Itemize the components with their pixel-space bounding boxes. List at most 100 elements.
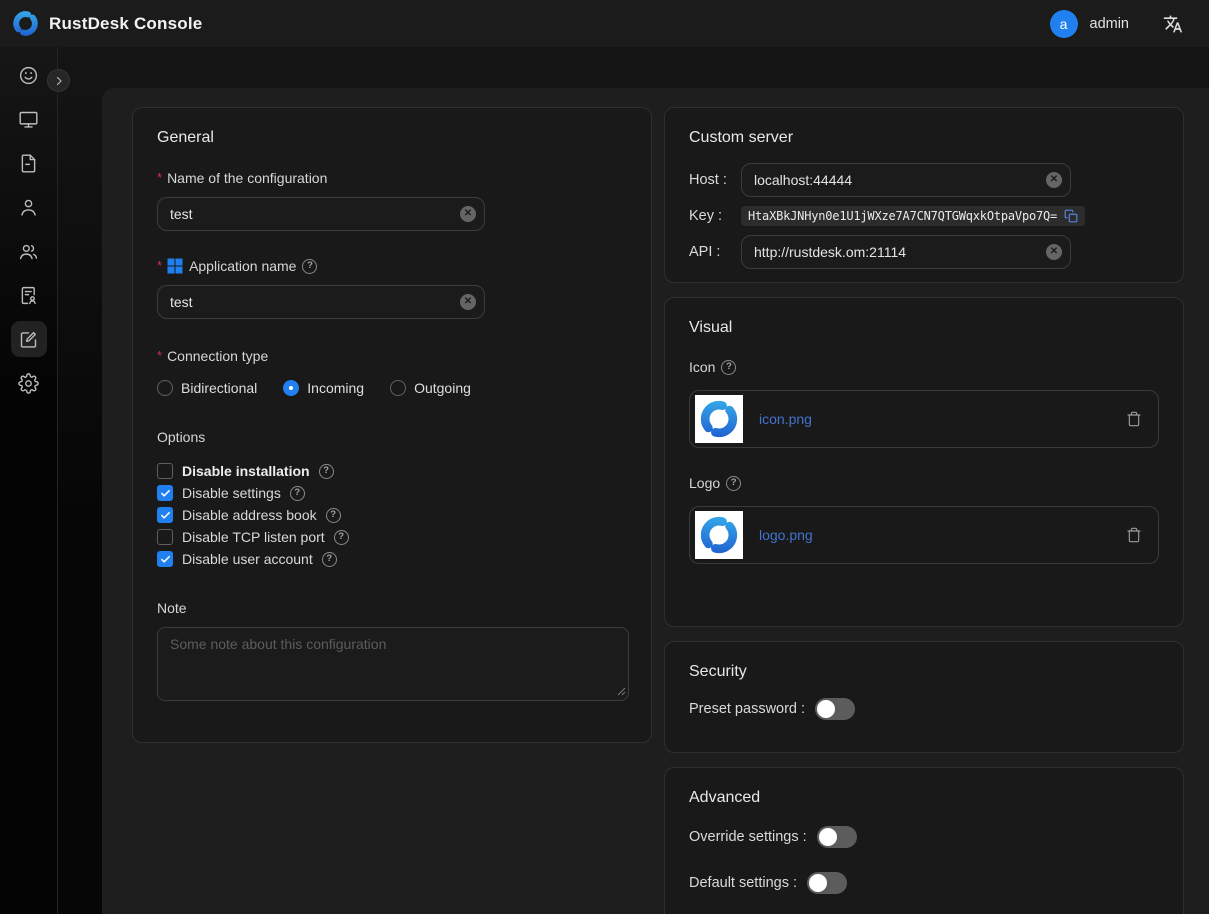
file-user-icon xyxy=(18,285,39,306)
users-icon xyxy=(18,241,39,262)
radio-dot xyxy=(390,380,406,396)
checkbox xyxy=(157,551,173,567)
application-name-label: * Application name ? xyxy=(157,256,627,276)
clear-icon[interactable]: ✕ xyxy=(460,294,476,310)
checkbox-disable-installation[interactable]: Disable installation ? xyxy=(157,460,627,482)
custom-server-title: Custom server xyxy=(689,129,1159,147)
advanced-card: Advanced Override settings : Default set… xyxy=(664,767,1184,914)
default-settings-toggle[interactable] xyxy=(807,872,847,894)
logo-thumbnail xyxy=(695,511,743,559)
radio-incoming[interactable]: Incoming xyxy=(283,380,364,396)
application-name-input[interactable] xyxy=(157,285,485,319)
icon-file-item: icon.png xyxy=(689,390,1159,448)
connection-type-radio-group: Bidirectional Incoming Outgoing xyxy=(157,380,627,396)
custom-server-card: Custom server Host : ✕ Key : HtaXBkJNHyn… xyxy=(664,107,1184,283)
checkbox xyxy=(157,485,173,501)
rustdesk-logo-icon xyxy=(12,10,39,37)
sidebar-item-monitor[interactable] xyxy=(11,101,47,137)
sidebar-item-gear[interactable] xyxy=(11,365,47,401)
override-settings-label: Override settings : xyxy=(689,829,807,845)
host-label: Host : xyxy=(689,172,741,188)
checkbox-disable-settings[interactable]: Disable settings ? xyxy=(157,482,627,504)
sidebar-item-edit-square[interactable] xyxy=(11,321,47,357)
help-icon[interactable]: ? xyxy=(290,486,305,501)
brand: RustDesk Console xyxy=(12,10,202,37)
sidebar-item-users[interactable] xyxy=(11,233,47,269)
key-value-chip: HtaXBkJNHyn0e1U1jWXze7A7CN7QTGWqxkOtpaVp… xyxy=(741,206,1085,226)
override-settings-toggle[interactable] xyxy=(817,826,857,848)
help-icon[interactable]: ? xyxy=(322,552,337,567)
sidebar-item-file-user[interactable] xyxy=(11,277,47,313)
advanced-title: Advanced xyxy=(689,789,1159,807)
clear-icon[interactable]: ✕ xyxy=(460,206,476,222)
sidebar-item-face-smile[interactable] xyxy=(11,57,47,93)
api-input[interactable] xyxy=(741,235,1071,269)
general-card: General * Name of the configuration ✕ * xyxy=(132,107,652,743)
app-title: RustDesk Console xyxy=(49,14,202,34)
required-asterisk: * xyxy=(157,256,162,276)
general-title: General xyxy=(157,129,627,147)
key-label: Key : xyxy=(689,208,741,224)
help-icon[interactable]: ? xyxy=(302,259,317,274)
preset-password-row: Preset password : xyxy=(689,698,1159,720)
visual-title: Visual xyxy=(689,319,1159,337)
help-icon[interactable]: ? xyxy=(326,508,341,523)
default-settings-row: Default settings : xyxy=(689,872,1159,894)
api-label: API : xyxy=(689,244,741,260)
user-icon xyxy=(18,197,39,218)
username[interactable]: admin xyxy=(1090,16,1130,32)
trash-icon[interactable] xyxy=(1126,411,1142,427)
note-textarea[interactable] xyxy=(157,627,629,701)
help-icon[interactable]: ? xyxy=(721,360,736,375)
icon-thumbnail xyxy=(695,395,743,443)
default-settings-label: Default settings : xyxy=(689,875,797,891)
connection-type-label: * Connection type xyxy=(157,346,627,366)
clear-icon[interactable]: ✕ xyxy=(1046,244,1062,260)
configuration-name-input[interactable] xyxy=(157,197,485,231)
avatar[interactable]: a xyxy=(1050,10,1078,38)
help-icon[interactable]: ? xyxy=(319,464,334,479)
sidebar xyxy=(0,47,58,914)
sidebar-expand-button[interactable] xyxy=(47,69,70,92)
trash-icon[interactable] xyxy=(1126,527,1142,543)
checkbox-disable-tcp-listen-port[interactable]: Disable TCP listen port ? xyxy=(157,526,627,548)
clear-icon[interactable]: ✕ xyxy=(1046,172,1062,188)
icon-label: Icon ? xyxy=(689,357,1159,377)
sidebar-item-file-text[interactable] xyxy=(11,145,47,181)
override-settings-row: Override settings : xyxy=(689,826,1159,848)
key-value: HtaXBkJNHyn0e1U1jWXze7A7CN7QTGWqxkOtpaVp… xyxy=(748,209,1057,223)
radio-bidirectional[interactable]: Bidirectional xyxy=(157,380,257,396)
logo-file-item: logo.png xyxy=(689,506,1159,564)
resize-handle-icon[interactable] xyxy=(617,683,626,701)
language-icon[interactable] xyxy=(1163,14,1183,34)
top-bar: RustDesk Console a admin xyxy=(0,0,1209,47)
name-of-configuration-label: * Name of the configuration xyxy=(157,168,627,188)
checkbox-disable-user-account[interactable]: Disable user account ? xyxy=(157,548,627,570)
required-asterisk: * xyxy=(157,168,162,188)
face-smile-icon xyxy=(18,65,39,86)
windows-logo-icon xyxy=(167,258,183,274)
gear-icon xyxy=(18,373,39,394)
note-label: Note xyxy=(157,598,627,618)
checkbox xyxy=(157,463,173,479)
help-icon[interactable]: ? xyxy=(726,476,741,491)
radio-dot xyxy=(283,380,299,396)
radio-outgoing[interactable]: Outgoing xyxy=(390,380,471,396)
visual-card: Visual Icon ? xyxy=(664,297,1184,627)
required-asterisk: * xyxy=(157,346,162,366)
help-icon[interactable]: ? xyxy=(334,530,349,545)
monitor-icon xyxy=(18,109,39,130)
preset-password-label: Preset password : xyxy=(689,701,805,717)
logo-file-link[interactable]: logo.png xyxy=(759,527,813,543)
options-label: Options xyxy=(157,427,627,447)
file-text-icon xyxy=(18,153,39,174)
copy-icon[interactable] xyxy=(1064,209,1078,223)
sidebar-item-user[interactable] xyxy=(11,189,47,225)
preset-password-toggle[interactable] xyxy=(815,698,855,720)
edit-square-icon xyxy=(18,329,39,350)
checkbox-disable-address-book[interactable]: Disable address book ? xyxy=(157,504,627,526)
icon-file-link[interactable]: icon.png xyxy=(759,411,812,427)
host-input[interactable] xyxy=(741,163,1071,197)
radio-dot xyxy=(157,380,173,396)
main-panel: General * Name of the configuration ✕ * xyxy=(102,88,1209,914)
